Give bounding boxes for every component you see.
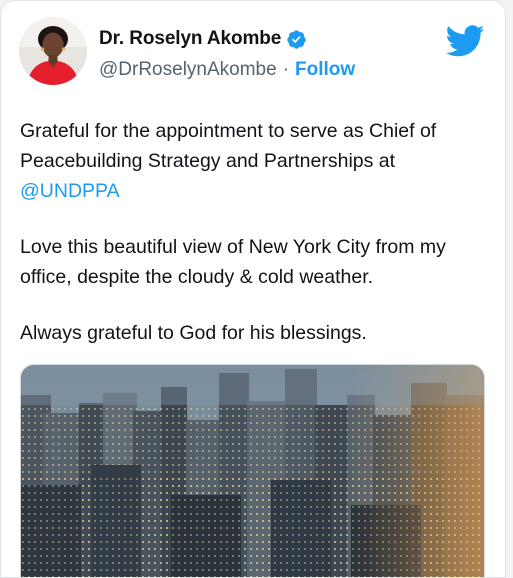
tweet-paragraph-2: Love this beautiful view of New York Cit…	[20, 236, 446, 288]
author-name-row: Dr. Roselyn Akombe	[99, 28, 307, 50]
paragraph-1-text: Grateful for the appointment to serve as…	[20, 120, 437, 172]
follow-link[interactable]: Follow	[295, 59, 355, 81]
dot-separator: ·	[282, 59, 290, 80]
tweet-paragraph-3: Always grateful to God for his blessings…	[20, 322, 367, 344]
tweet-photo[interactable]	[20, 364, 485, 577]
author-handle-row: @DrRoselynAkombe · Follow	[99, 59, 355, 81]
author-display-name[interactable]: Dr. Roselyn Akombe	[99, 28, 281, 50]
tweet-paragraph-1: Grateful for the appointment to serve as…	[20, 116, 490, 206]
author-avatar[interactable]	[19, 17, 87, 85]
verified-badge-icon	[286, 29, 307, 50]
tweet-body: Grateful for the appointment to serve as…	[20, 116, 490, 374]
tweet-card: Dr. Roselyn Akombe @DrRoselynAkombe · Fo…	[0, 0, 506, 578]
mention-link[interactable]: @UNDPPA	[20, 180, 120, 202]
author-handle[interactable]: @DrRoselynAkombe	[99, 59, 277, 81]
twitter-bird-icon[interactable]	[445, 25, 485, 58]
